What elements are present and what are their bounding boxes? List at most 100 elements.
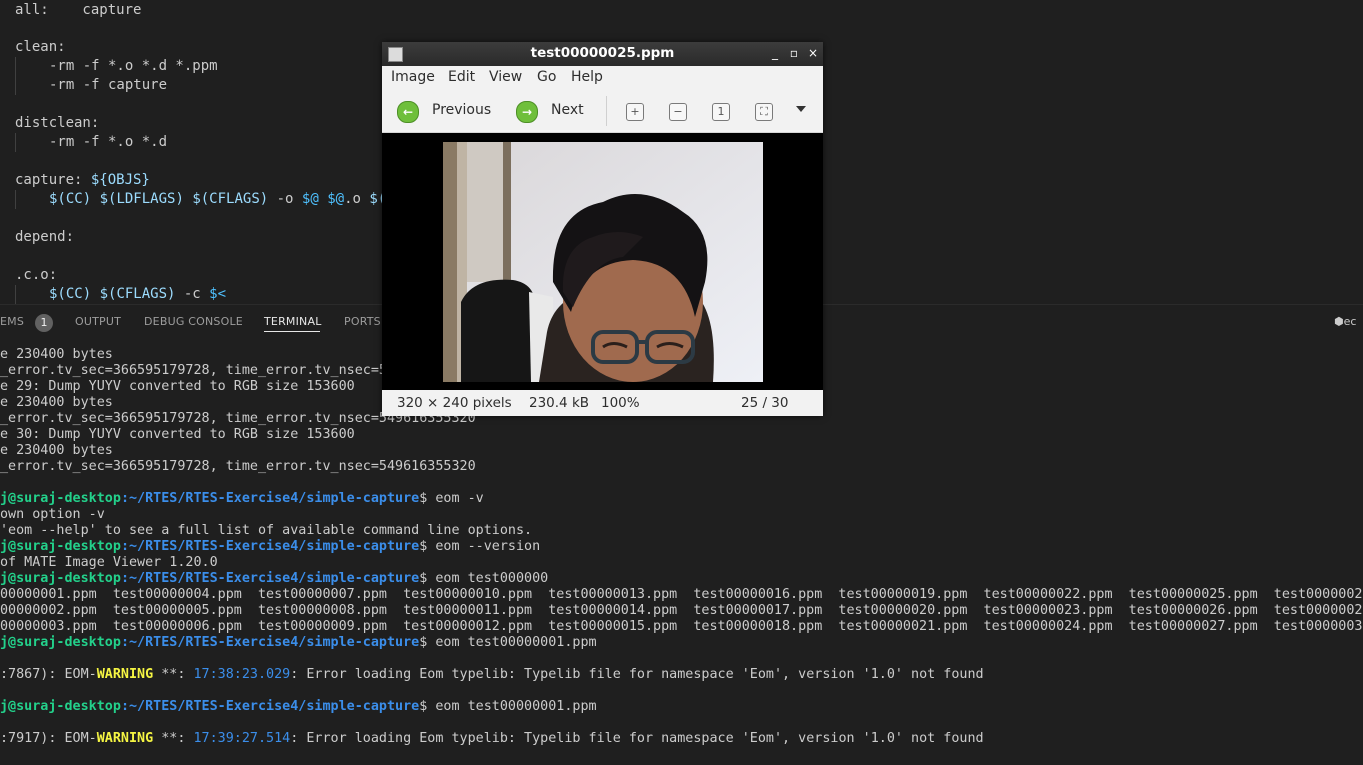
code-line: clean: — [15, 39, 66, 55]
toolbar-separator — [606, 96, 607, 126]
close-icon[interactable]: × — [806, 46, 820, 60]
warning-prefix: :7867): EOM- — [0, 667, 97, 682]
terminal-warning-line: :7917): EOM-WARNING **: 17:39:27.514: Er… — [0, 731, 984, 747]
terminal-prompt-line: j@suraj-desktop:~/RTES/RTES-Exercise4/si… — [0, 699, 597, 715]
go-next-icon: → — [516, 101, 538, 123]
prompt-user: j@suraj-desktop — [0, 571, 121, 586]
prompt-path: :~/RTES/RTES-Exercise4/simple-capture — [120, 539, 420, 554]
terminal-prompt-line: j@suraj-desktop:~/RTES/RTES-Exercise4/si… — [0, 571, 548, 587]
menu-edit[interactable]: Edit — [448, 69, 475, 85]
prompt-user: j@suraj-desktop — [0, 491, 121, 506]
terminal-instance-label: ec — [1343, 315, 1357, 328]
webcam-photo — [443, 142, 763, 382]
prompt-path: :~/RTES/RTES-Exercise4/simple-capture — [120, 491, 420, 506]
normal-size-icon[interactable]: 1 — [712, 103, 730, 121]
terminal-line: _error.tv_sec=366595179728, time_error.t… — [0, 459, 476, 474]
zoom-in-icon[interactable]: + — [626, 103, 644, 121]
code-token: capture: — [15, 172, 91, 188]
window-titlebar[interactable]: test00000025.ppm _ ▫ × — [382, 42, 823, 66]
tab-output[interactable]: OUTPUT — [75, 315, 121, 329]
best-fit-icon[interactable]: ⛶ — [755, 103, 773, 121]
warning-sep: **: — [153, 667, 194, 682]
prompt-command: $ eom -v — [419, 491, 484, 506]
terminal-icon: ⬢ — [1334, 315, 1344, 328]
warning-label: WARNING — [96, 667, 154, 682]
prompt-command: $ eom test00000001.ppm — [419, 699, 597, 714]
code-line: all: capture — [15, 2, 142, 18]
menu-help[interactable]: Help — [571, 69, 603, 85]
warning-prefix: :7917): EOM- — [0, 731, 97, 746]
window-title: test00000025.ppm — [530, 45, 675, 61]
code-token: $(CFLAGS) — [99, 286, 176, 302]
terminal-line: e 230400 bytes — [0, 443, 113, 458]
indent-guide — [15, 57, 16, 95]
terminal-instance-selector[interactable]: ⬢ec — [1334, 315, 1356, 331]
next-button[interactable]: → Next — [516, 98, 596, 124]
prompt-user: j@suraj-desktop — [0, 635, 121, 650]
prompt-user: j@suraj-desktop — [0, 539, 121, 554]
warning-label: WARNING — [96, 731, 154, 746]
previous-button[interactable]: ← Previous — [397, 98, 512, 124]
menu-image[interactable]: Image — [391, 69, 435, 85]
code-token: -o — [268, 191, 302, 207]
code-token: $(LDFLAGS) — [99, 191, 184, 207]
code-token: -c — [175, 286, 210, 302]
prompt-path: :~/RTES/RTES-Exercise4/simple-capture — [120, 699, 420, 714]
terminal-line: e 230400 bytes — [0, 395, 113, 410]
code-line: capture: ${OBJS} — [15, 171, 150, 190]
zoom-out-icon[interactable]: − — [669, 103, 687, 121]
menu-view[interactable]: View — [489, 69, 522, 85]
tab-problems[interactable]: EMS — [0, 315, 24, 329]
warning-timestamp: 17:39:27.514 — [193, 731, 291, 746]
code-line: -rm -f *.o *.d *.ppm — [49, 58, 218, 74]
warning-timestamp: 17:38:23.029 — [193, 667, 291, 682]
maximize-icon[interactable]: ▫ — [787, 46, 801, 60]
code-line: -rm -f capture — [49, 77, 168, 93]
chevron-down-icon[interactable] — [796, 106, 806, 112]
image-index: 25 / 30 — [741, 395, 789, 411]
prompt-command: $ eom --version — [419, 539, 541, 554]
toolbar: ← Previous → Next + − 1 ⛶ — [382, 90, 823, 133]
image-viewer-window[interactable]: test00000025.ppm _ ▫ × Image Edit View G… — [382, 42, 823, 416]
next-label: Next — [551, 102, 584, 118]
image-dimensions: 320 × 240 pixels — [397, 395, 512, 411]
terminal-prompt-line: j@suraj-desktop:~/RTES/RTES-Exercise4/si… — [0, 491, 484, 507]
terminal-line: own option -v — [0, 507, 105, 522]
code-line: -rm -f *.o *.d — [49, 134, 168, 150]
terminal-line: e 29: Dump YUYV converted to RGB size 15… — [0, 379, 355, 394]
previous-label: Previous — [432, 102, 492, 118]
warning-message: : Error loading Eom typelib: Typelib fil… — [290, 731, 984, 746]
prompt-user: j@suraj-desktop — [0, 699, 121, 714]
menu-go[interactable]: Go — [537, 69, 556, 85]
terminal-line: 00000001.ppm test00000004.ppm test000000… — [0, 587, 1363, 602]
code-token: .o — [344, 191, 370, 207]
terminal-prompt-line: j@suraj-desktop:~/RTES/RTES-Exercise4/si… — [0, 539, 540, 555]
zoom-level: 100% — [601, 395, 640, 411]
code-token: ${OBJS} — [90, 172, 150, 188]
terminal-line: 00000003.ppm test00000006.ppm test000000… — [0, 619, 1363, 634]
code-line: $(CC) $(LDFLAGS) $(CFLAGS) -o $@ $@.o $( — [49, 190, 386, 209]
terminal-warning-line: :7867): EOM-WARNING **: 17:38:23.029: Er… — [0, 667, 984, 683]
image-display[interactable] — [382, 133, 823, 390]
tab-terminal[interactable]: TERMINAL — [264, 315, 322, 329]
terminal-line: 00000002.ppm test00000005.ppm test000000… — [0, 603, 1363, 618]
code-token: $(CC) — [49, 286, 92, 302]
code-token: $(CFLAGS) — [192, 191, 269, 207]
minimize-icon[interactable]: _ — [768, 46, 782, 60]
tab-ports[interactable]: PORTS — [344, 315, 381, 329]
code-token: $@ — [327, 191, 345, 207]
prompt-path: :~/RTES/RTES-Exercise4/simple-capture — [120, 635, 420, 650]
terminal-line: 'eom --help' to see a full list of avail… — [0, 523, 533, 538]
code-line: $(CC) $(CFLAGS) -c $< — [49, 285, 226, 304]
active-tab-indicator — [264, 331, 320, 332]
prompt-command: $ eom test000000 — [419, 571, 549, 586]
tab-debug-console[interactable]: DEBUG CONSOLE — [144, 315, 243, 329]
terminal-line: _error.tv_sec=366595179728, time_error.t… — [0, 363, 387, 378]
code-token: $@ — [301, 191, 319, 207]
menu-bar: Image Edit View Go Help — [382, 66, 823, 90]
indent-guide — [15, 285, 16, 304]
terminal-line: of MATE Image Viewer 1.20.0 — [0, 555, 218, 570]
code-line: distclean: — [15, 115, 100, 131]
code-line: depend: — [15, 229, 75, 245]
go-previous-icon: ← — [397, 101, 419, 123]
